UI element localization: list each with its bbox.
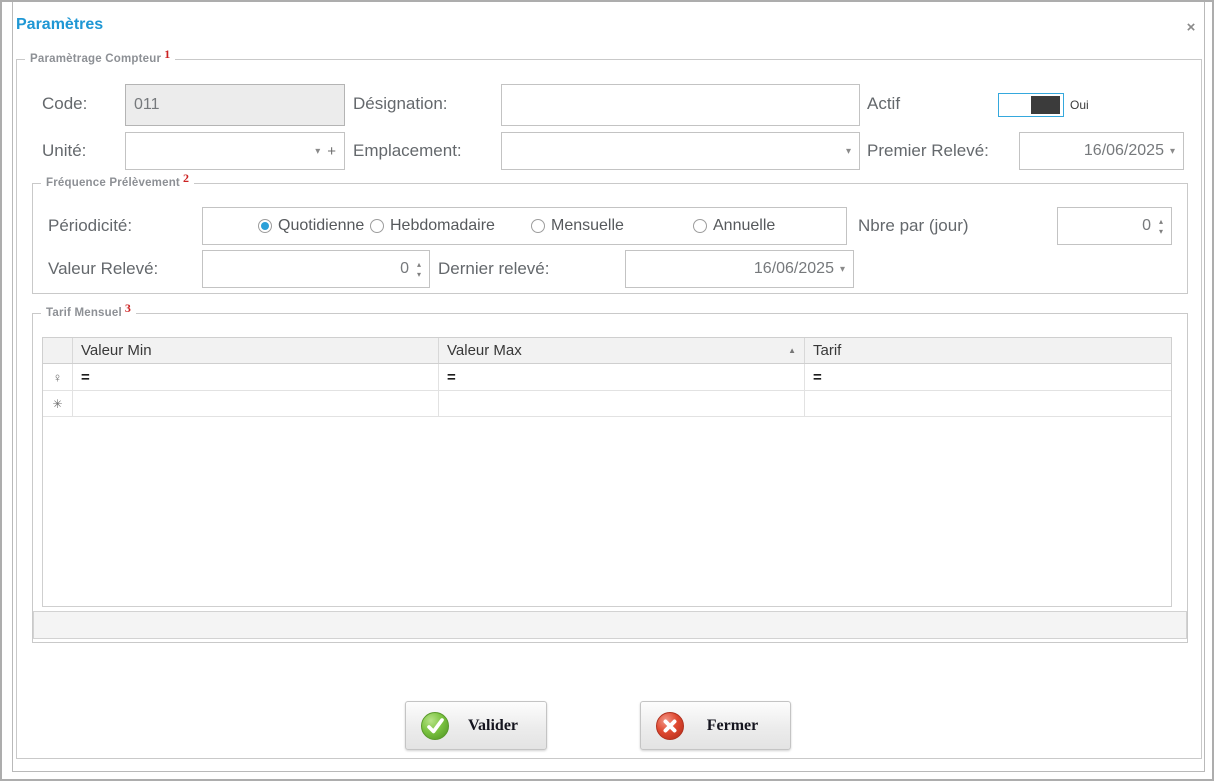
valeur-releve-spinner-up-icon[interactable]: ▴ xyxy=(417,261,421,268)
valeur-releve-label: Valeur Relevé: xyxy=(48,259,158,279)
group-parametrage-badge: 1 xyxy=(164,47,170,61)
grid-header-tarif[interactable]: Tarif xyxy=(805,338,1171,363)
new-row-cell-valeur-max[interactable] xyxy=(439,391,805,416)
parametres-dialog: Paramètres × Paramètrage Compteur1 Code:… xyxy=(0,0,1214,781)
nbre-par-jour-label: Nbre par (jour) xyxy=(858,216,969,236)
group-frequence-title: Fréquence Prélèvement2 xyxy=(41,175,194,190)
filter-cell-tarif[interactable]: = xyxy=(805,364,1171,390)
new-row-icon: ✳ xyxy=(52,397,62,411)
actif-state-label: Oui xyxy=(1070,98,1089,112)
emplacement-dropdown-icon[interactable]: ▾ xyxy=(846,146,851,157)
filter-operator-tarif: = xyxy=(813,369,822,386)
code-label: Code: xyxy=(42,94,87,114)
grid-header-indicator-cell xyxy=(43,338,73,363)
actif-label: Actif xyxy=(867,94,900,114)
designation-field[interactable] xyxy=(501,84,860,126)
dialog-title: Paramètres xyxy=(16,16,103,34)
group-frequence-badge: 2 xyxy=(183,171,189,185)
nbre-par-jour-spinner[interactable]: 0 ▴ ▾ xyxy=(1057,207,1172,245)
premier-releve-label: Premier Relevé: xyxy=(867,141,989,161)
dernier-releve-value: 16/06/2025 xyxy=(634,260,834,278)
valeur-releve-spinner[interactable]: 0 ▴ ▾ xyxy=(202,250,430,288)
radio-mensuelle-label: Mensuelle xyxy=(551,217,624,235)
unite-dropdown-icon[interactable]: ▾ xyxy=(315,146,320,157)
tarif-grid-footer xyxy=(33,611,1187,639)
radio-quotidienne-circle xyxy=(258,219,272,233)
code-value: 011 xyxy=(134,96,336,114)
fermer-button-label: Fermer xyxy=(685,717,780,735)
grid-header-valeur-min-label: Valeur Min xyxy=(81,342,152,359)
grid-header-valeur-max[interactable]: Valeur Max ▲ xyxy=(439,338,805,363)
radio-annuelle-circle xyxy=(693,219,707,233)
fermer-button[interactable]: Fermer xyxy=(640,701,791,750)
new-row-cell-valeur-min[interactable] xyxy=(73,391,439,416)
unite-label: Unité: xyxy=(42,141,86,161)
valider-check-icon xyxy=(420,711,450,741)
group-tarif-title-text: Tarif Mensuel xyxy=(46,307,122,319)
group-parametrage-title-text: Paramètrage Compteur xyxy=(30,53,161,65)
radio-quotidienne-label: Quotidienne xyxy=(278,217,364,235)
tarif-grid-header: Valeur Min Valeur Max ▲ Tarif xyxy=(43,338,1171,364)
premier-releve-dropdown-icon[interactable]: ▾ xyxy=(1170,146,1175,157)
group-tarif-title: Tarif Mensuel3 xyxy=(41,305,136,320)
tarif-grid-new-row: ✳ xyxy=(43,391,1171,417)
code-field[interactable]: 011 xyxy=(125,84,345,126)
emplacement-label: Emplacement: xyxy=(353,141,462,161)
valeur-releve-spinner-down-icon[interactable]: ▾ xyxy=(417,271,421,278)
grid-header-valeur-min[interactable]: Valeur Min xyxy=(73,338,439,363)
periodicite-label: Périodicité: xyxy=(48,216,132,236)
premier-releve-datepicker[interactable]: 16/06/2025 ▾ xyxy=(1019,132,1184,170)
filter-operator-valeur-min: = xyxy=(81,369,90,386)
premier-releve-value: 16/06/2025 xyxy=(1028,142,1164,160)
radio-hebdomadaire[interactable]: Hebdomadaire xyxy=(370,208,495,244)
nbre-spinner-up-icon[interactable]: ▴ xyxy=(1159,218,1163,225)
group-parametrage-title: Paramètrage Compteur1 xyxy=(25,51,175,66)
radio-quotidienne[interactable]: Quotidienne xyxy=(258,208,364,244)
actif-toggle[interactable] xyxy=(998,93,1064,117)
valeur-releve-value: 0 xyxy=(211,260,409,278)
radio-mensuelle-circle xyxy=(531,219,545,233)
grid-header-valeur-max-label: Valeur Max xyxy=(447,342,522,359)
group-frequence-title-text: Fréquence Prélèvement xyxy=(46,177,180,189)
periodicite-radio-group: Quotidienne Hebdomadaire Mensuelle Annue… xyxy=(202,207,847,245)
new-row-indicator-cell: ✳ xyxy=(43,391,73,416)
radio-hebdomadaire-label: Hebdomadaire xyxy=(390,217,495,235)
close-icon[interactable]: × xyxy=(1180,17,1202,39)
new-row-cell-tarif[interactable] xyxy=(805,391,1171,416)
filter-row-indicator-cell: ♀ xyxy=(43,364,73,390)
dernier-releve-datepicker[interactable]: 16/06/2025 ▾ xyxy=(625,250,854,288)
filter-operator-valeur-max: = xyxy=(447,369,456,386)
group-tarif-badge: 3 xyxy=(125,301,131,315)
radio-annuelle-label: Annuelle xyxy=(713,217,775,235)
nbre-par-jour-value: 0 xyxy=(1066,217,1151,235)
fermer-close-icon xyxy=(655,711,685,741)
tarif-grid-filter-row: ♀ = = = xyxy=(43,364,1171,391)
filter-cell-valeur-min[interactable]: = xyxy=(73,364,439,390)
tarif-grid: Valeur Min Valeur Max ▲ Tarif ♀ = = = xyxy=(42,337,1172,607)
dernier-releve-label: Dernier relevé: xyxy=(438,259,550,279)
valider-button-label: Valider xyxy=(450,717,536,735)
filter-row-pin-icon: ♀ xyxy=(53,370,63,385)
emplacement-combobox[interactable]: ▾ xyxy=(501,132,860,170)
radio-mensuelle[interactable]: Mensuelle xyxy=(531,208,624,244)
unite-combobox[interactable]: ▾ + xyxy=(125,132,345,170)
radio-annuelle[interactable]: Annuelle xyxy=(693,208,775,244)
unite-add-icon[interactable]: + xyxy=(327,143,336,160)
radio-hebdomadaire-circle xyxy=(370,219,384,233)
dernier-releve-dropdown-icon[interactable]: ▾ xyxy=(840,264,845,275)
actif-toggle-thumb xyxy=(1031,96,1060,114)
sort-asc-icon: ▲ xyxy=(788,346,796,355)
designation-label: Désignation: xyxy=(353,94,448,114)
grid-header-tarif-label: Tarif xyxy=(813,342,841,359)
valider-button[interactable]: Valider xyxy=(405,701,547,750)
nbre-spinner-down-icon[interactable]: ▾ xyxy=(1159,228,1163,235)
filter-cell-valeur-max[interactable]: = xyxy=(439,364,805,390)
